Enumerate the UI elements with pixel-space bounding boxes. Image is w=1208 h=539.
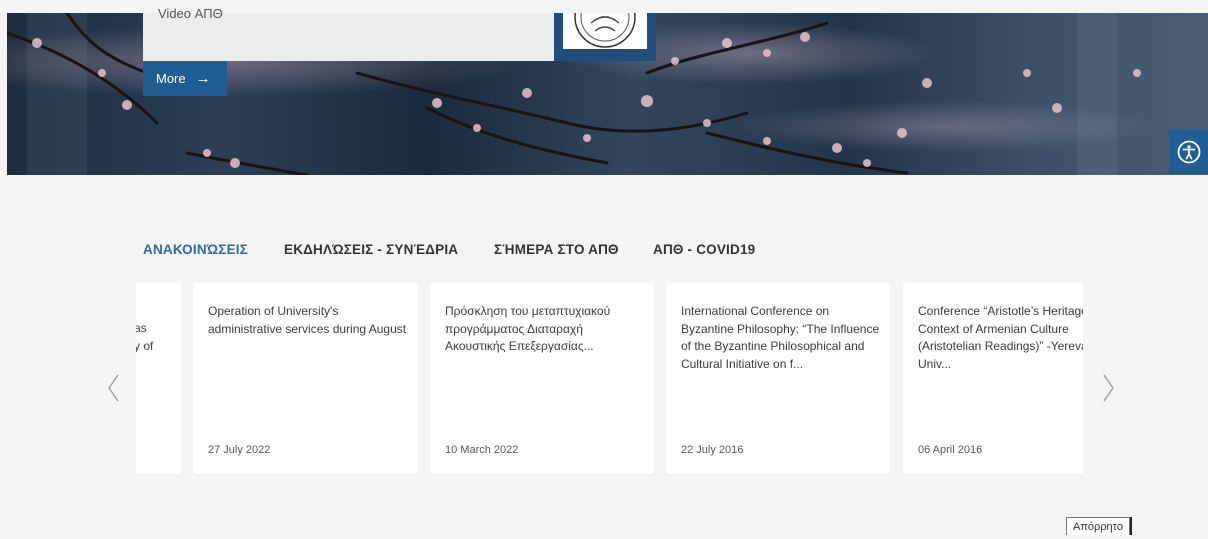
video-caption: Video ΑΠΘ	[158, 6, 223, 21]
news-card[interactable]: International Conference on Byzantine Ph…	[666, 283, 890, 474]
news-card[interactable]: Conference “Aristotle’s Heritage in the …	[903, 283, 1083, 474]
accessibility-icon	[1177, 140, 1200, 164]
news-card-title: as y of	[136, 321, 154, 353]
news-carousel: as y of Operation of University's admini…	[136, 283, 1083, 475]
tab-auth-covid19[interactable]: ΑΠΘ - COVID19	[653, 242, 755, 257]
carousel-next-button[interactable]	[1098, 373, 1118, 403]
news-card[interactable]: as y of	[136, 283, 181, 474]
news-card-date: 22 July 2016	[681, 444, 744, 456]
news-card[interactable]: Πρόσκληση του μεταπτυχιακού προγράμματος…	[430, 283, 654, 474]
news-card-date: 27 July 2022	[208, 444, 271, 456]
more-label: More	[156, 71, 186, 86]
carousel-prev-button[interactable]	[104, 373, 124, 403]
news-card-date: 06 April 2016	[918, 444, 983, 456]
more-button[interactable]: More →	[143, 61, 227, 96]
tab-announcements[interactable]: ΑΝΑΚΟΙΝΏΣΕΙΣ	[143, 242, 248, 257]
news-card-date: 10 March 2022	[445, 444, 519, 456]
chevron-right-icon	[1103, 374, 1114, 402]
news-card-title: Πρόσκληση του μεταπτυχιακού προγράμματος…	[445, 304, 611, 353]
accessibility-button[interactable]	[1169, 130, 1208, 174]
university-seal-logo	[563, 13, 647, 49]
privacy-button[interactable]: Απόρρητο	[1066, 517, 1130, 535]
news-card-title: Conference “Aristotle’s Heritage in the …	[918, 304, 1083, 371]
chevron-left-icon	[108, 374, 119, 402]
news-card-title: Operation of University's administrative…	[208, 304, 407, 336]
arrow-right-icon: →	[195, 70, 211, 87]
news-card-title: International Conference on Byzantine Ph…	[681, 304, 880, 371]
news-card[interactable]: Operation of University's administrative…	[193, 283, 418, 474]
tab-today-at-auth[interactable]: ΣΉΜΕΡΑ ΣΤΟ ΑΠΘ	[494, 242, 619, 257]
tab-events-conferences[interactable]: ΕΚΔΗΛΏΣΕΙΣ - ΣΥΝΈΔΡΙΑ	[284, 242, 458, 257]
